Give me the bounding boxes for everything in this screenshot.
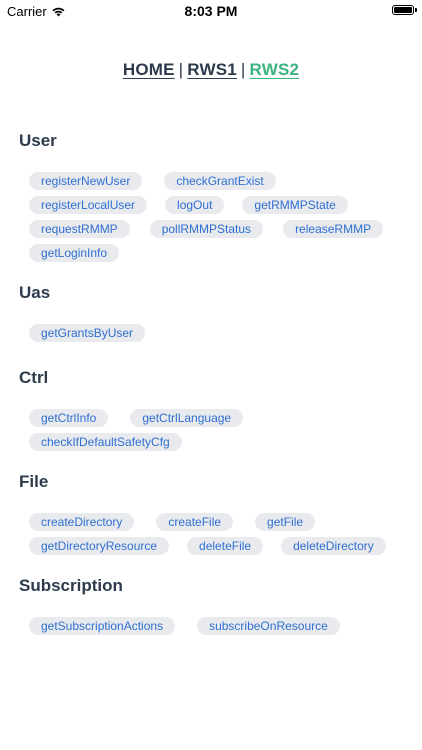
api-release-rmmp-button[interactable]: releaseRMMP <box>283 220 384 238</box>
api-delete-file-button[interactable]: deleteFile <box>187 537 264 555</box>
api-subscribe-on-resource-button[interactable]: subscribeOnResource <box>197 617 340 635</box>
nav-home-link[interactable]: HOME <box>123 60 175 79</box>
battery-icon <box>392 5 417 15</box>
section-title-user: User <box>19 131 57 150</box>
status-bar: Carrier 8:03 PM <box>0 0 422 22</box>
section-title-file: File <box>19 472 49 491</box>
api-list[interactable]: User registerNewUser checkGrantExist reg… <box>0 116 422 638</box>
section-title-ctrl: Ctrl <box>19 368 49 387</box>
api-get-subscription-actions-button[interactable]: getSubscriptionActions <box>29 617 176 635</box>
section-user: User registerNewUser checkGrantExist reg… <box>0 116 422 265</box>
api-get-directory-resource-button[interactable]: getDirectoryResource <box>29 537 170 555</box>
api-get-grants-by-user-button[interactable]: getGrantsByUser <box>29 324 146 342</box>
api-register-new-user-button[interactable]: registerNewUser <box>29 172 143 190</box>
battery-level <box>394 7 412 13</box>
api-get-ctrl-language-button[interactable]: getCtrlLanguage <box>130 409 244 427</box>
api-create-directory-button[interactable]: createDirectory <box>29 513 135 531</box>
nav-separator: | <box>178 60 184 79</box>
nav-rws2-link[interactable]: RWS2 <box>250 60 300 79</box>
api-register-local-user-button[interactable]: registerLocalUser <box>29 196 148 214</box>
nav-separator: | <box>240 60 246 79</box>
api-poll-rmmp-status-button[interactable]: pollRMMPStatus <box>149 220 264 238</box>
api-check-grant-exist-button[interactable]: checkGrantExist <box>164 172 276 190</box>
top-nav: HOME | RWS1 | RWS2 <box>0 60 422 80</box>
clock: 8:03 PM <box>184 3 238 19</box>
api-create-file-button[interactable]: createFile <box>156 513 234 531</box>
api-request-rmmp-button[interactable]: requestRMMP <box>29 220 130 238</box>
api-get-ctrl-info-button[interactable]: getCtrlInfo <box>29 409 109 427</box>
api-get-rmmp-state-button[interactable]: getRMMPState <box>242 196 348 214</box>
api-get-file-button[interactable]: getFile <box>255 513 316 531</box>
nav-rws1-link[interactable]: RWS1 <box>187 60 237 79</box>
api-delete-directory-button[interactable]: deleteDirectory <box>281 537 386 555</box>
section-file: File createDirectory createFile getFile … <box>0 454 422 558</box>
section-uas: Uas getGrantsByUser <box>0 265 422 345</box>
section-title-subscription: Subscription <box>19 576 123 595</box>
api-log-out-button[interactable]: logOut <box>165 196 225 214</box>
section-title-uas: Uas <box>19 283 51 302</box>
api-get-login-info-button[interactable]: getLoginInfo <box>29 244 120 262</box>
api-check-if-default-safety-cfg-button[interactable]: checkIfDefaultSafetyCfg <box>29 433 182 451</box>
section-ctrl: Ctrl getCtrlInfo getCtrlLanguage checkIf… <box>0 345 422 454</box>
section-subscription: Subscription getSubscriptionActions subs… <box>0 558 422 638</box>
